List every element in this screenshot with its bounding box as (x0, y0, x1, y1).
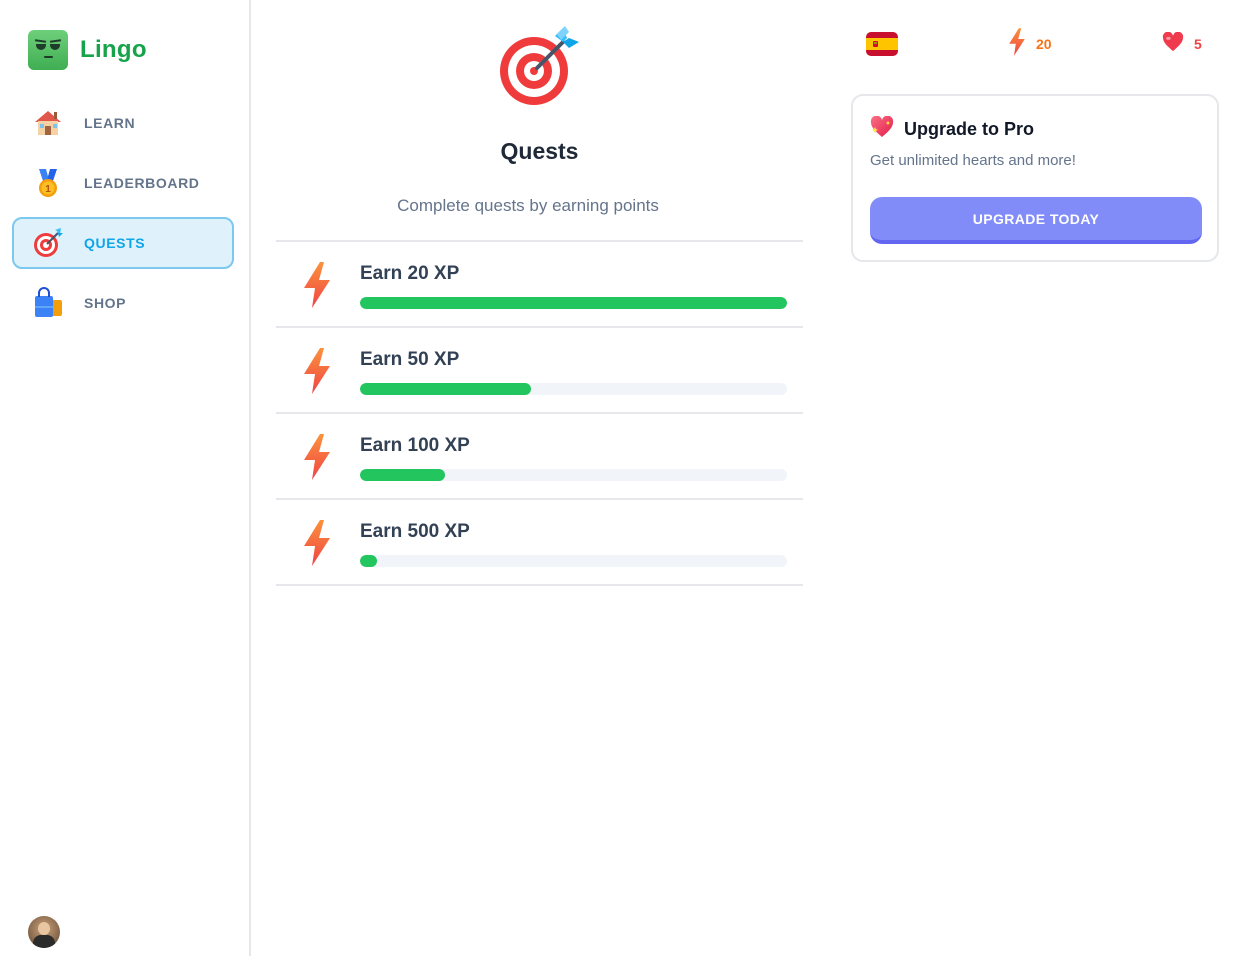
upgrade-today-button[interactable]: UPGRADE TODAY (870, 197, 1202, 244)
user-stats: 20 5 (866, 27, 1206, 61)
xp-counter[interactable]: 20 (1008, 27, 1052, 61)
quest-progress-fill (360, 383, 531, 395)
brand-logo[interactable]: Lingo (28, 30, 147, 70)
upgrade-promo-card: Upgrade to Pro Get unlimited hearts and … (851, 94, 1219, 262)
quest-progress-bar (360, 555, 787, 567)
hearts-counter[interactable]: 5 (1162, 30, 1202, 58)
quest-list: Earn 20 XP Earn 50 XP Earn 100 XP Earn 5… (276, 240, 803, 586)
promo-title: Upgrade to Pro (904, 119, 1035, 139)
svg-text:1: 1 (45, 184, 51, 195)
target-dart-icon (499, 26, 579, 106)
promo-description: Get unlimited hearts and more! (870, 152, 1076, 169)
heart-icon (1162, 31, 1184, 57)
avatar[interactable] (28, 916, 60, 948)
quest-progress-fill (360, 297, 787, 309)
quest-progress-bar (360, 297, 787, 309)
xp-value: 20 (1036, 36, 1052, 52)
sidebar-item-learn[interactable]: LEARN (12, 97, 234, 149)
quest-progress-bar (360, 383, 787, 395)
quest-title: Earn 100 XP (360, 435, 470, 456)
quest-title: Earn 50 XP (360, 349, 460, 370)
quest-item: Earn 100 XP (276, 414, 803, 500)
target-icon (32, 227, 64, 259)
quest-progress-fill (360, 555, 378, 567)
sidebar-nav: LEARN 1 LEADERBOARD QUESTS SHOP (12, 97, 234, 337)
quest-item: Earn 50 XP (276, 328, 803, 414)
lightning-icon (302, 434, 332, 480)
lightning-icon (302, 520, 332, 566)
lightning-icon (302, 348, 332, 394)
lightning-icon (1008, 27, 1026, 61)
sidebar: Lingo LEARN 1 LEADERBOARD QUESTS SHOP (0, 0, 251, 956)
hearts-value: 5 (1194, 36, 1202, 52)
sidebar-item-quests[interactable]: QUESTS (12, 217, 234, 269)
mascot-logo-icon (28, 30, 68, 70)
quest-progress-fill (360, 469, 446, 481)
sidebar-item-leaderboard[interactable]: 1 LEADERBOARD (12, 157, 234, 209)
house-icon (32, 107, 64, 139)
quest-progress-bar (360, 469, 787, 481)
quest-item: Earn 20 XP (276, 242, 803, 328)
sidebar-item-label: SHOP (84, 295, 127, 311)
lightning-icon (302, 262, 332, 308)
spain-flag-icon[interactable] (866, 32, 898, 56)
page-subtitle: Complete quests by earning points (397, 196, 659, 215)
sparkling-heart-icon (870, 115, 894, 143)
page-title: Quests (500, 138, 579, 164)
quest-item: Earn 500 XP (276, 500, 803, 586)
sidebar-item-label: QUESTS (84, 235, 146, 251)
medal-icon: 1 (32, 167, 64, 199)
sidebar-item-label: LEADERBOARD (84, 175, 200, 191)
sidebar-item-shop[interactable]: SHOP (12, 277, 234, 329)
quest-title: Earn 20 XP (360, 263, 460, 284)
quest-title: Earn 500 XP (360, 521, 470, 542)
shopping-bag-icon (32, 287, 64, 319)
brand-name: Lingo (80, 36, 147, 63)
promo-header: Upgrade to Pro (870, 115, 1035, 143)
sidebar-item-label: LEARN (84, 115, 136, 131)
